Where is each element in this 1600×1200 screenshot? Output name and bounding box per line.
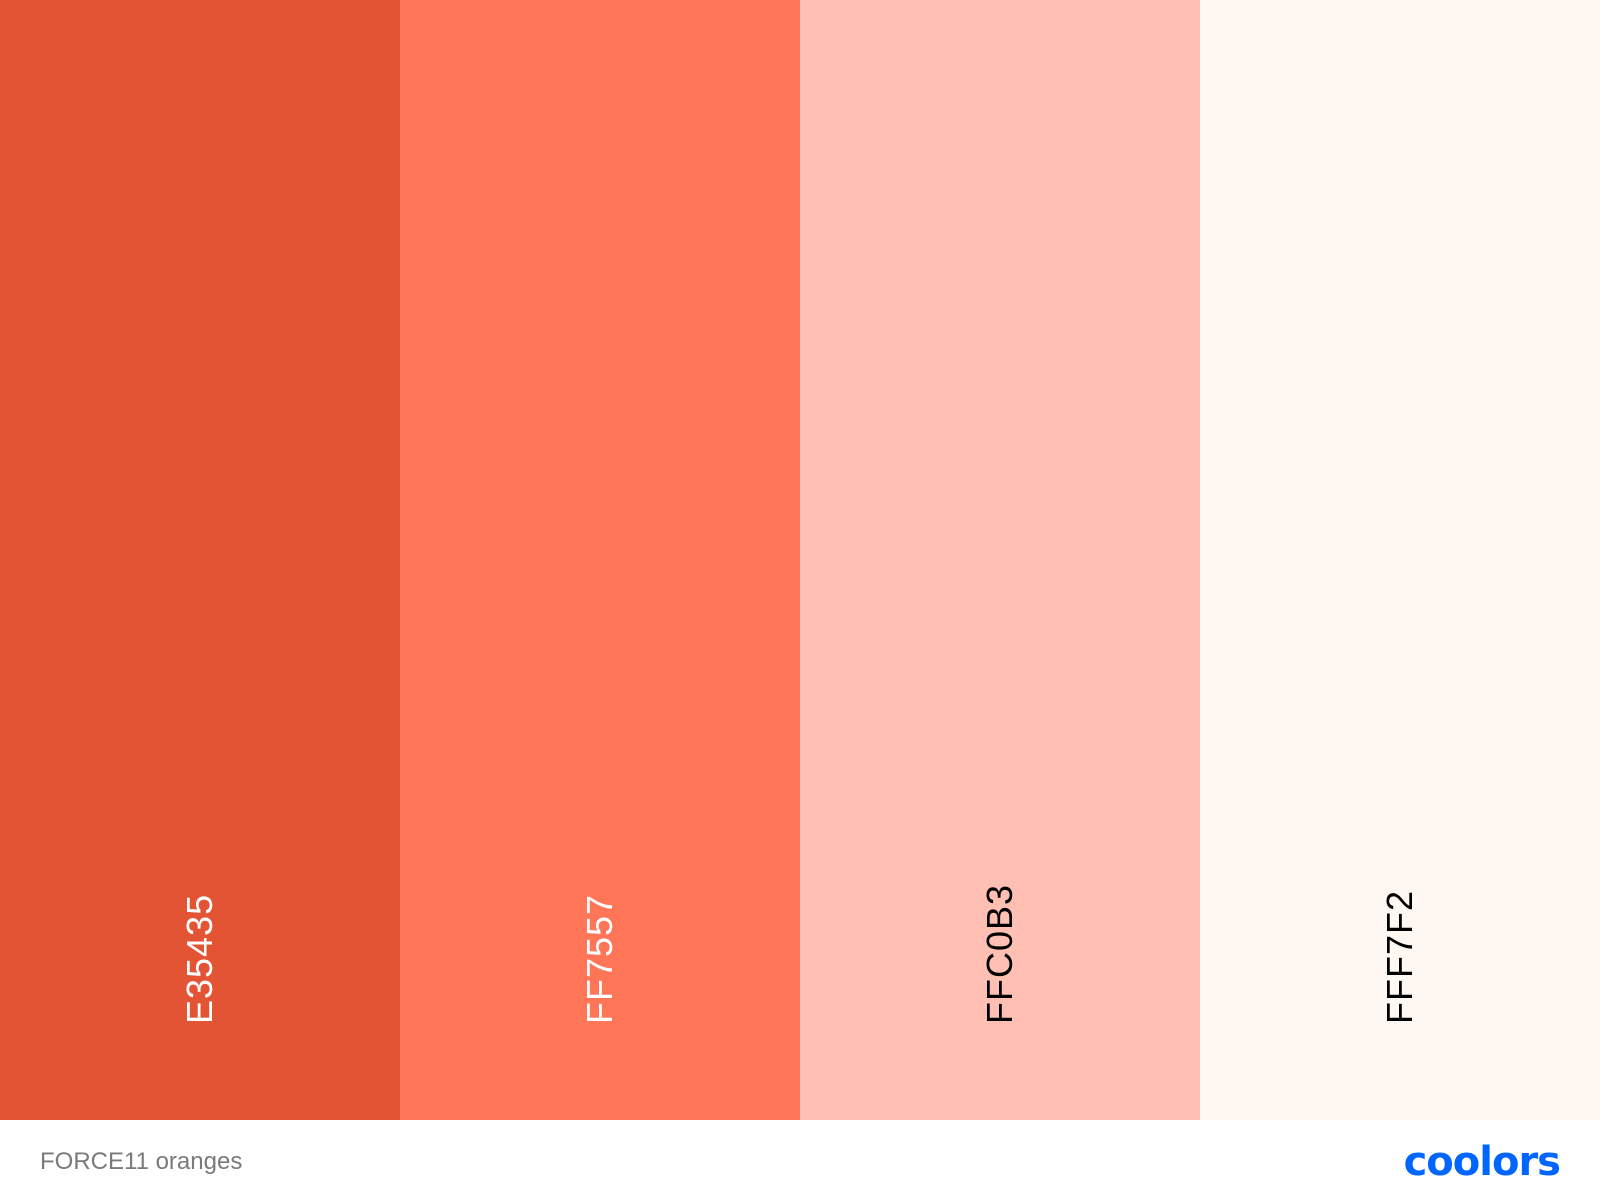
color-palette: E35435 FF7557 FFC0B3 FFF7F2	[0, 0, 1600, 1120]
color-swatch[interactable]: E35435	[0, 0, 400, 1120]
color-swatch[interactable]: FF7557	[400, 0, 800, 1120]
palette-name: FORCE11 oranges	[40, 1148, 243, 1175]
color-swatch[interactable]: FFF7F2	[1200, 0, 1600, 1120]
palette-footer: FORCE11 oranges coolors	[0, 1120, 1600, 1200]
coolors-logo[interactable]: coolors	[1404, 1142, 1561, 1182]
swatch-hex-label[interactable]: FF7557	[579, 894, 620, 1024]
color-swatch[interactable]: FFC0B3	[800, 0, 1200, 1120]
swatch-hex-label[interactable]: FFC0B3	[979, 884, 1020, 1024]
swatch-hex-label[interactable]: E35435	[179, 894, 220, 1024]
swatch-hex-label[interactable]: FFF7F2	[1379, 890, 1420, 1024]
